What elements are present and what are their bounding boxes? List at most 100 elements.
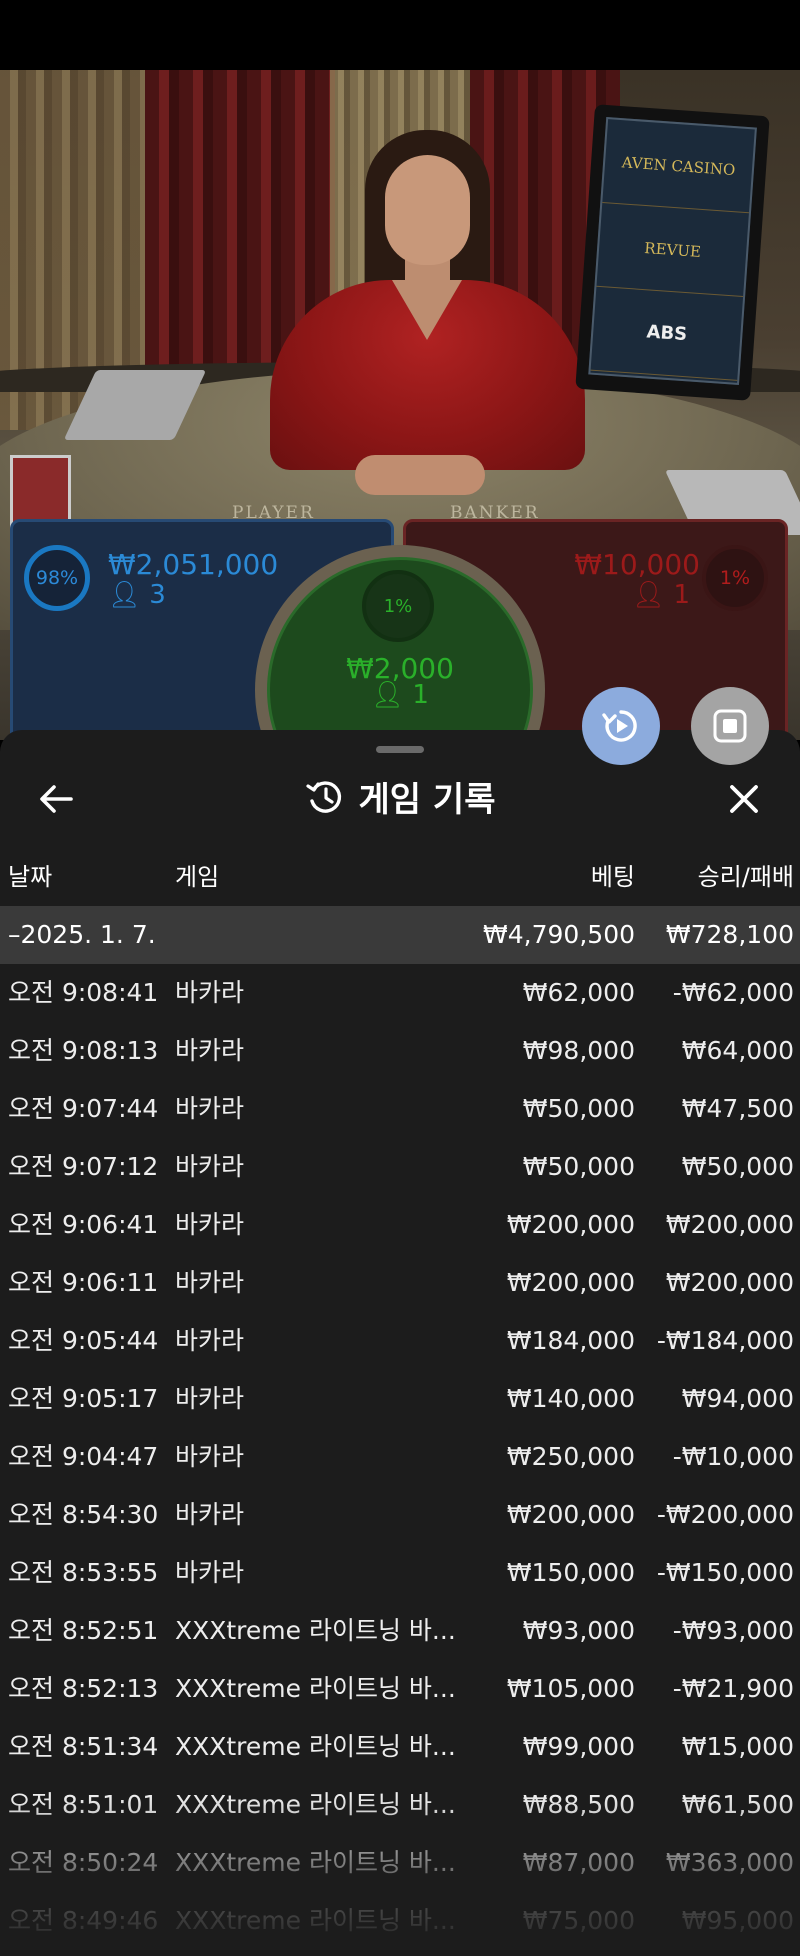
table-row[interactable]: 오전 9:08:13 바카라 ₩98,000 ₩64,000 bbox=[0, 1022, 800, 1080]
stop-icon bbox=[713, 709, 747, 743]
replay-button[interactable] bbox=[582, 687, 660, 765]
table-row[interactable]: 오전 9:04:47 바카라 ₩250,000 -₩10,000 bbox=[0, 1428, 800, 1486]
table-row[interactable]: 오전 8:50:24 XXXtreme 라이트닝 바... ₩87,000 ₩363,… bbox=[0, 1834, 800, 1892]
table-row[interactable]: 오전 9:06:41 바카라 ₩200,000 ₩200,000 bbox=[0, 1196, 800, 1254]
user-icon: 👤︎ bbox=[632, 580, 666, 610]
user-icon: 👤︎ bbox=[371, 680, 405, 710]
date-group-row[interactable]: –2025. 1. 7. ₩4,790,500 ₩728,100 bbox=[0, 906, 800, 964]
row-game: XXXtreme 라이트닝 바... bbox=[175, 1848, 456, 1877]
table-header: 날짜 게임 베팅 승리/패배 bbox=[0, 857, 800, 901]
row-game: XXXtreme 라이트닝 바... bbox=[175, 1616, 456, 1645]
row-game: 바카라 bbox=[175, 1094, 245, 1123]
history-list: 오전 9:08:41 바카라 ₩62,000 -₩62,000 오전 9:08:13 바카… bbox=[0, 964, 800, 1950]
row-game: 바카라 bbox=[175, 978, 245, 1007]
column-header-result: 승리/패배 bbox=[697, 863, 794, 891]
row-bet: ₩200,000 bbox=[506, 1500, 635, 1529]
row-time: 오전 9:06:11 bbox=[8, 1268, 159, 1297]
sponsor-logo: ABS bbox=[590, 286, 744, 381]
column-header-game: 게임 bbox=[175, 863, 220, 891]
row-bet: ₩50,000 bbox=[522, 1094, 635, 1123]
table-row[interactable]: 오전 9:07:12 바카라 ₩50,000 ₩50,000 bbox=[0, 1138, 800, 1196]
table-row[interactable]: 오전 8:52:13 XXXtreme 라이트닝 바... ₩105,000 -₩21… bbox=[0, 1660, 800, 1718]
status-bar bbox=[0, 0, 800, 70]
row-game: XXXtreme 라이트닝 바... bbox=[175, 1732, 456, 1761]
row-result: ₩47,500 bbox=[681, 1094, 794, 1123]
row-bet: ₩140,000 bbox=[506, 1384, 635, 1413]
sponsor-logo: REVUE bbox=[596, 202, 749, 298]
row-result: ₩200,000 bbox=[665, 1210, 794, 1239]
row-time: 오전 9:06:41 bbox=[8, 1210, 159, 1239]
player-percent: 98% bbox=[35, 567, 79, 589]
row-bet: ₩75,000 bbox=[522, 1906, 635, 1935]
table-row[interactable]: 오전 9:05:17 바카라 ₩140,000 ₩94,000 bbox=[0, 1370, 800, 1428]
table-row[interactable]: 오전 9:06:11 바카라 ₩200,000 ₩200,000 bbox=[0, 1254, 800, 1312]
row-time: 오전 8:53:55 bbox=[8, 1558, 159, 1587]
stop-button[interactable] bbox=[691, 687, 769, 765]
table-row[interactable]: 오전 8:51:34 XXXtreme 라이트닝 바... ₩99,000 ₩15,0… bbox=[0, 1718, 800, 1776]
row-result: -₩21,900 bbox=[672, 1674, 794, 1703]
row-game: XXXtreme 라이트닝 바... bbox=[175, 1906, 456, 1935]
row-result: ₩64,000 bbox=[681, 1036, 794, 1065]
row-game: 바카라 bbox=[175, 1326, 245, 1355]
row-bet: ₩98,000 bbox=[522, 1036, 635, 1065]
row-game: 바카라 bbox=[175, 1500, 245, 1529]
row-time: 오전 9:04:47 bbox=[8, 1442, 159, 1471]
tie-bettor-count: 👤︎ 1 bbox=[371, 680, 429, 710]
row-bet: ₩50,000 bbox=[522, 1152, 635, 1181]
table-row[interactable]: 오전 9:07:44 바카라 ₩50,000 ₩47,500 bbox=[0, 1080, 800, 1138]
banker-percent-ring: 1% bbox=[702, 545, 768, 611]
row-bet: ₩200,000 bbox=[506, 1210, 635, 1239]
row-game: 바카라 bbox=[175, 1558, 245, 1587]
row-result: -₩93,000 bbox=[672, 1616, 794, 1645]
dealer-hands bbox=[355, 455, 485, 495]
row-bet: ₩87,000 bbox=[522, 1848, 635, 1877]
history-icon bbox=[305, 780, 341, 813]
row-game: 바카라 bbox=[175, 1036, 245, 1065]
replay-icon bbox=[602, 710, 637, 742]
group-bet-total: ₩4,790,500 bbox=[483, 920, 635, 949]
row-result: -₩10,000 bbox=[672, 1442, 794, 1471]
table-row[interactable]: 오전 9:05:44 바카라 ₩184,000 -₩184,000 bbox=[0, 1312, 800, 1370]
row-result: -₩200,000 bbox=[656, 1500, 794, 1529]
row-game: 바카라 bbox=[175, 1442, 245, 1471]
row-time: 오전 9:05:44 bbox=[8, 1326, 159, 1355]
tie-percent: 1% bbox=[383, 595, 413, 617]
sponsor-logo: AVEN CASINO bbox=[602, 119, 755, 214]
row-game: 바카라 bbox=[175, 1268, 245, 1297]
row-game: 바카라 bbox=[175, 1152, 245, 1181]
row-game: 바카라 bbox=[175, 1210, 245, 1239]
row-time: 오전 9:07:12 bbox=[8, 1152, 159, 1181]
group-result-total: ₩728,100 bbox=[665, 920, 794, 949]
table-row[interactable]: 오전 8:49:46 XXXtreme 라이트닝 바... ₩75,000 ₩95,0… bbox=[0, 1892, 800, 1950]
banker-bettor-count: 👤︎ 1 bbox=[632, 580, 690, 610]
column-header-bet: 베팅 bbox=[590, 863, 635, 891]
table-row[interactable]: 오전 8:51:01 XXXtreme 라이트닝 바... ₩88,500 ₩61,5… bbox=[0, 1776, 800, 1834]
row-result: ₩50,000 bbox=[681, 1152, 794, 1181]
table-row[interactable]: 오전 9:08:41 바카라 ₩62,000 -₩62,000 bbox=[0, 964, 800, 1022]
row-result: ₩363,000 bbox=[665, 1848, 794, 1877]
row-time: 오전 8:49:46 bbox=[8, 1906, 159, 1935]
row-result: -₩62,000 bbox=[672, 978, 794, 1007]
row-game: XXXtreme 라이트닝 바... bbox=[175, 1790, 456, 1819]
sheet-drag-handle[interactable] bbox=[376, 746, 424, 753]
row-time: 오전 8:51:34 bbox=[8, 1732, 159, 1761]
row-time: 오전 9:07:44 bbox=[8, 1094, 159, 1123]
column-header-date: 날짜 bbox=[8, 863, 53, 891]
row-time: 오전 9:08:13 bbox=[8, 1036, 159, 1065]
row-time: 오전 8:54:30 bbox=[8, 1500, 159, 1529]
banker-bet-amount: ₩10,000 bbox=[574, 548, 700, 581]
close-button[interactable] bbox=[722, 777, 766, 821]
row-bet: ₩99,000 bbox=[522, 1732, 635, 1761]
dealer-face bbox=[385, 155, 470, 265]
row-result: ₩15,000 bbox=[681, 1732, 794, 1761]
row-time: 오전 9:08:41 bbox=[8, 978, 159, 1007]
table-row[interactable]: 오전 8:53:55 바카라 ₩150,000 -₩150,000 bbox=[0, 1544, 800, 1602]
table-row[interactable]: 오전 8:52:51 XXXtreme 라이트닝 바... ₩93,000 -₩93,… bbox=[0, 1602, 800, 1660]
row-time: 오전 9:05:17 bbox=[8, 1384, 159, 1413]
player-bettor-count: 👤︎ 3 bbox=[108, 580, 166, 610]
row-result: -₩184,000 bbox=[656, 1326, 794, 1355]
row-result: -₩150,000 bbox=[656, 1558, 794, 1587]
table-row[interactable]: 오전 8:54:30 바카라 ₩200,000 -₩200,000 bbox=[0, 1486, 800, 1544]
row-time: 오전 8:52:13 bbox=[8, 1674, 159, 1703]
tie-percent-ring: 1% bbox=[362, 570, 434, 642]
